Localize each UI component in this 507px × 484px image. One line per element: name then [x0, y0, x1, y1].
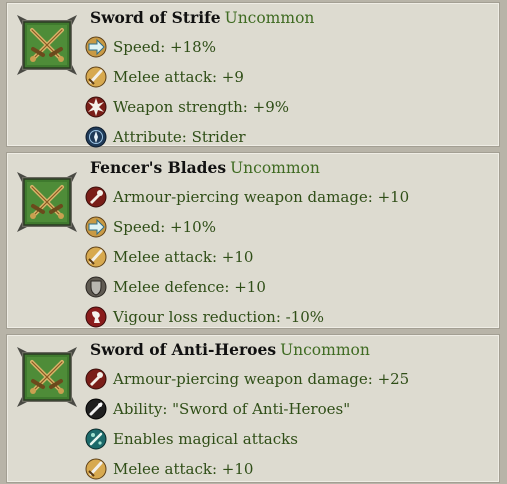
stat-label: Enables magical attacks — [113, 430, 298, 448]
stat-row: Speed: +18% — [85, 32, 289, 62]
item-card-fencers-blades[interactable]: Fencer's Blades Uncommon Armour-piercing … — [6, 152, 500, 329]
stat-label: Attribute: Strider — [113, 128, 246, 146]
item-name: Sword of Strife — [90, 8, 221, 27]
stat-label: Ability: "Sword of Anti-Heroes" — [113, 400, 351, 418]
ability-icon — [85, 398, 107, 420]
item-title: Sword of Anti-Heroes Uncommon — [90, 340, 370, 360]
stat-label: Speed: +18% — [113, 38, 216, 56]
vigour-icon — [85, 306, 107, 328]
item-name: Sword of Anti-Heroes — [90, 340, 277, 359]
stat-label: Melee attack: +10 — [113, 248, 254, 266]
crossed-swords-icon — [15, 345, 79, 409]
stat-row: Melee defence: +10 — [85, 272, 409, 302]
stat-label: Melee attack: +10 — [113, 460, 254, 478]
item-rarity: Uncommon — [230, 159, 320, 177]
stat-label: Armour-piercing weapon damage: +25 — [113, 370, 410, 388]
crossed-swords-icon — [15, 170, 79, 234]
melee-attack-sword-icon — [85, 66, 107, 88]
stat-row: Melee attack: +10 — [85, 454, 409, 484]
crossed-swords-icon — [15, 13, 79, 77]
item-card-sword-of-strife[interactable]: Sword of Strife Uncommon Speed: +18% Mele… — [6, 2, 500, 148]
stat-label: Melee attack: +9 — [113, 68, 244, 86]
stat-label: Vigour loss reduction: -10% — [113, 308, 325, 326]
magical-attacks-icon — [85, 428, 107, 450]
attribute-icon — [85, 126, 107, 148]
stat-label: Melee defence: +10 — [113, 278, 266, 296]
stat-row: Vigour loss reduction: -10% — [85, 302, 409, 332]
item-title: Sword of Strife Uncommon — [90, 8, 314, 28]
stat-row: Melee attack: +10 — [85, 242, 409, 272]
item-rarity: Uncommon — [224, 9, 315, 27]
stat-row: Weapon strength: +9% — [85, 92, 289, 122]
stat-list: Armour-piercing weapon damage: +25 Abili… — [85, 364, 409, 484]
stat-row: Enables magical attacks — [85, 424, 409, 454]
melee-attack-sword-icon — [85, 458, 107, 480]
melee-defence-shield-icon — [85, 276, 107, 298]
melee-attack-sword-icon — [85, 246, 107, 268]
stat-label: Weapon strength: +9% — [113, 98, 289, 116]
stat-label: Armour-piercing weapon damage: +10 — [113, 188, 410, 206]
item-list: Sword of Strife Uncommon Speed: +18% Mele… — [0, 0, 507, 484]
armour-piercing-icon — [85, 186, 107, 208]
stat-list: Armour-piercing weapon damage: +10 Speed… — [85, 182, 409, 332]
item-title: Fencer's Blades Uncommon — [90, 158, 320, 178]
stat-row: Melee attack: +9 — [85, 62, 289, 92]
stat-row: Ability: "Sword of Anti-Heroes" — [85, 394, 409, 424]
item-name: Fencer's Blades — [90, 158, 227, 177]
stat-row: Armour-piercing weapon damage: +25 — [85, 364, 409, 394]
armour-piercing-icon — [85, 368, 107, 390]
stat-row: Speed: +10% — [85, 212, 409, 242]
item-rarity: Uncommon — [280, 341, 370, 359]
stat-row: Attribute: Strider — [85, 122, 289, 152]
speed-arrow-icon — [85, 36, 107, 58]
stat-list: Speed: +18% Melee attack: +9 Weapon stre… — [85, 32, 289, 152]
item-card-sword-of-anti-heroes[interactable]: Sword of Anti-Heroes Uncommon Armour-pier… — [6, 334, 500, 483]
stat-label: Speed: +10% — [113, 218, 216, 236]
weapon-strength-burst-icon — [85, 96, 107, 118]
speed-arrow-icon — [85, 216, 107, 238]
stat-row: Armour-piercing weapon damage: +10 — [85, 182, 409, 212]
